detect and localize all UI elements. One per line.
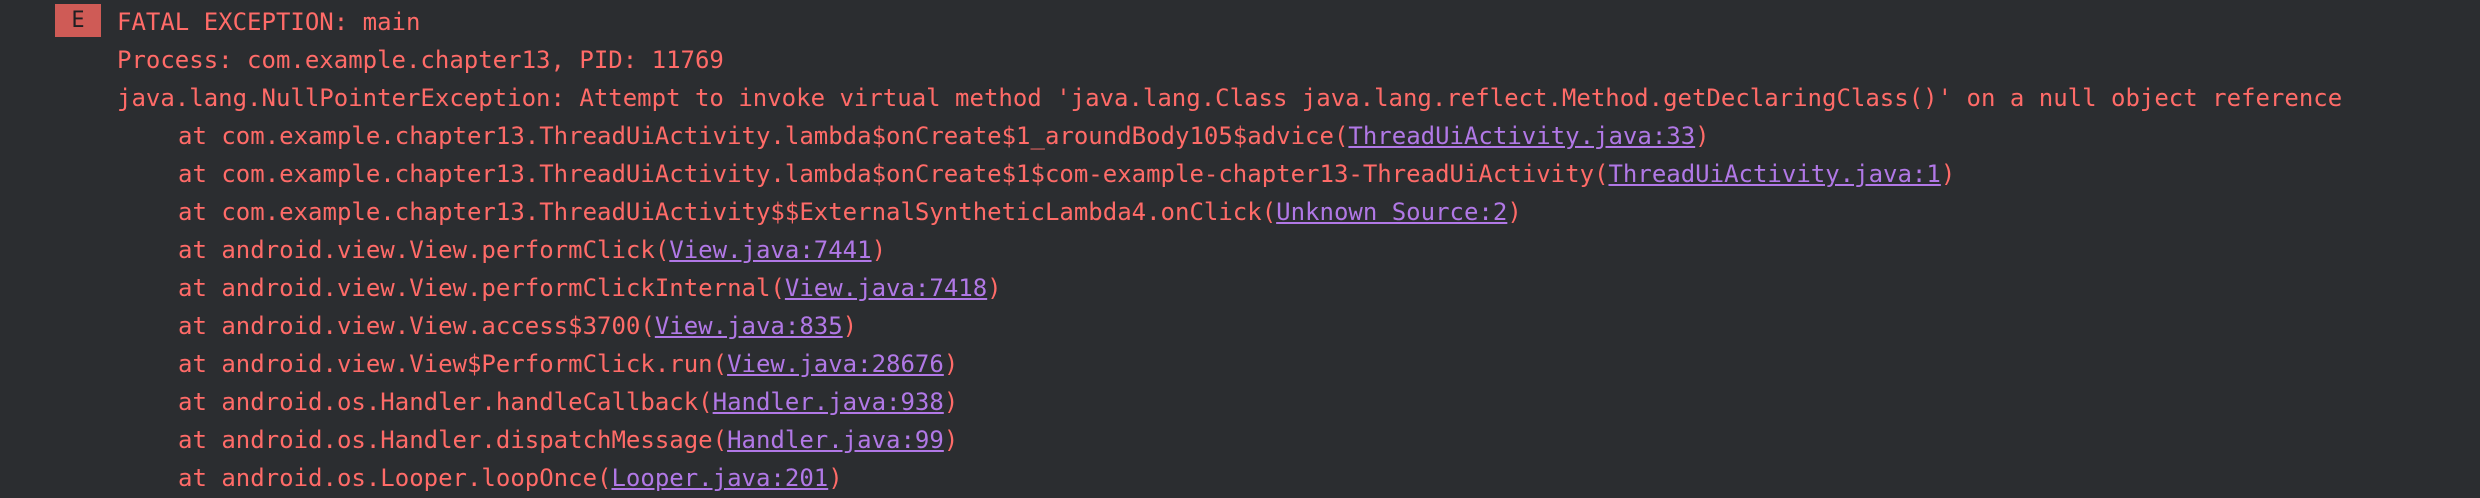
stack-frame-text: at com.example.chapter13.ThreadUiActivit…	[178, 122, 1349, 150]
stack-frame-suffix: )	[1507, 198, 1522, 226]
source-link[interactable]: View.java:7441	[669, 236, 871, 264]
stack-frame: at com.example.chapter13.ThreadUiActivit…	[178, 193, 1522, 231]
stack-frame-text: at android.view.View$PerformClick.run(	[178, 350, 728, 378]
process-line: Process: com.example.chapter13, PID: 117…	[117, 46, 724, 74]
stack-frame-suffix: )	[943, 426, 959, 454]
exception-header: FATAL EXCEPTION: main	[117, 8, 421, 36]
stack-frame-suffix: )	[871, 236, 887, 264]
source-link[interactable]: Handler.java:938	[713, 388, 944, 416]
source-link[interactable]: View.java:28676	[727, 350, 944, 378]
stack-frame-text: at android.view.View.access$3700(	[178, 312, 655, 340]
stack-frame: at android.view.View$PerformClick.run(Vi…	[178, 345, 958, 383]
stack-frame: at android.os.Handler.handleCallback(Han…	[178, 383, 958, 421]
source-link[interactable]: Looper.java:201	[611, 464, 828, 492]
stack-frame: at com.example.chapter13.ThreadUiActivit…	[178, 117, 1710, 155]
stack-frame-text: at android.view.View.performClickInterna…	[178, 274, 785, 302]
source-link[interactable]: Unknown Source:2	[1276, 198, 1507, 226]
stack-frame: at android.os.Looper.loopOnce(Looper.jav…	[178, 459, 843, 497]
source-link[interactable]: ThreadUiActivity.java:33	[1348, 122, 1695, 150]
stack-frame-text: at android.os.Handler.dispatchMessage(	[178, 426, 728, 454]
stack-frame: at android.view.View.performClickInterna…	[178, 269, 1002, 307]
error-level-badge: E	[55, 4, 101, 37]
stack-frame: at android.view.View.access$3700(View.ja…	[178, 307, 857, 345]
source-link[interactable]: View.java:835	[655, 312, 843, 340]
stack-frame: at android.os.Handler.dispatchMessage(Ha…	[178, 421, 958, 459]
exception-message: java.lang.NullPointerException: Attempt …	[117, 84, 2343, 112]
stack-frame-text: at com.example.chapter13.ThreadUiActivit…	[178, 160, 1609, 188]
stack-frame: at android.view.View.performClick(View.j…	[178, 231, 886, 269]
stack-frame-suffix: )	[943, 350, 959, 378]
source-link[interactable]: Handler.java:99	[727, 426, 944, 454]
stack-frame-text: at android.view.View.performClick(	[178, 236, 670, 264]
stack-frame-text: at com.example.chapter13.ThreadUiActivit…	[178, 198, 1277, 226]
stack-frame-suffix: )	[1695, 122, 1710, 150]
source-link[interactable]: View.java:7418	[785, 274, 987, 302]
stack-frame-suffix: )	[842, 312, 858, 340]
stack-frame: at com.example.chapter13.ThreadUiActivit…	[178, 155, 1955, 193]
source-link[interactable]: ThreadUiActivity.java:1	[1608, 160, 1940, 188]
stack-frame-suffix: )	[1940, 160, 1956, 188]
stack-frame-text: at android.os.Looper.loopOnce(	[178, 464, 612, 492]
stack-frame-suffix: )	[943, 388, 959, 416]
stack-frame-text: at android.os.Handler.handleCallback(	[178, 388, 713, 416]
stack-frame-suffix: )	[828, 464, 843, 492]
stack-frame-suffix: )	[987, 274, 1002, 302]
